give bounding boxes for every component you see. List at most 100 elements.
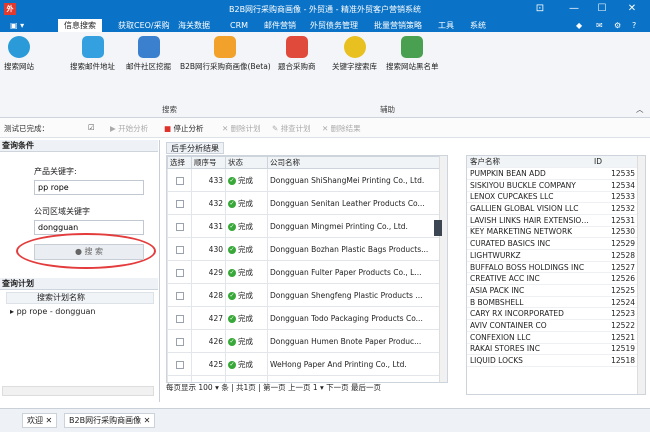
product-keyword-input[interactable]: [34, 180, 144, 195]
row-checkbox[interactable]: [167, 260, 192, 284]
checkbox-icon[interactable]: [175, 268, 184, 277]
checkbox-icon[interactable]: [175, 176, 184, 185]
minimize-button[interactable]: —: [562, 1, 586, 17]
table-row[interactable]: 431 ✓ 完成 Dongguan Mingmei Printing Co., Ltd…: [167, 214, 440, 238]
stop-analysis-button[interactable]: ■ 停止分析: [164, 123, 203, 134]
table-row[interactable]: 426 ✓ 完成 Dongguan Humen Bnote Paper Produc.…: [167, 329, 440, 353]
table-row[interactable]: 429 ✓ 完成 Dongguan Fulter Paper Products Co.…: [167, 260, 440, 284]
palette-icon[interactable]: ◆: [576, 19, 582, 32]
settings-icon[interactable]: ⚙: [614, 19, 621, 32]
left-scrollbar[interactable]: [2, 386, 154, 396]
table-row[interactable]: 427 ✓ 完成 Dongguan Todo Packaging Products C…: [167, 306, 440, 330]
table-row[interactable]: 433 ✓ 完成 Dongguan ShiShangMei Printing Co.,…: [167, 168, 440, 192]
table-row[interactable]: 425 ✓ 完成 WeHong Paper And Printing Co., Ltd…: [167, 352, 440, 376]
customer-row[interactable]: CONFEXION LLC 12521: [467, 331, 637, 344]
doc-tab-b2b[interactable]: B2B网行采购商画像 ✕: [64, 413, 156, 428]
table-row[interactable]: 432 ✓ 完成 Dongguan Senitan Leather Products …: [167, 191, 440, 215]
customer-scrollbar[interactable]: [637, 156, 645, 394]
customer-row[interactable]: B BOMBSHELL 12524: [467, 296, 637, 309]
maximize-button[interactable]: ☐: [590, 1, 614, 17]
skin-icon[interactable]: ⊡: [528, 1, 552, 17]
ribbon-search-email[interactable]: 搜索邮件地址: [70, 36, 115, 72]
row-checkbox[interactable]: [167, 168, 192, 192]
customer-row[interactable]: CREATIVE ACC INC 12526: [467, 272, 637, 286]
customer-row[interactable]: LAVISH LINKS HAIR EXTENSIONS 12531: [467, 214, 637, 227]
results-tab[interactable]: 后手分析结果: [166, 142, 224, 154]
checkbox-icon[interactable]: [175, 291, 184, 300]
tab-info-search[interactable]: 信息搜索: [58, 19, 102, 32]
customer-row[interactable]: AVIV CONTAINER CO 12522: [467, 319, 637, 332]
checkbox-icon[interactable]: [175, 337, 184, 346]
start-analysis-button[interactable]: ▶ 开始分析: [110, 123, 148, 134]
delete-results-button[interactable]: ✕ 删除结果: [322, 123, 361, 134]
customer-row[interactable]: KEY MARKETING NETWORK 12530: [467, 226, 637, 239]
customer-row[interactable]: CARY RX INCORPORATED 12523: [467, 307, 637, 321]
ribbon-search-web[interactable]: 搜索网站: [4, 36, 34, 72]
col-customer-id[interactable]: ID: [591, 156, 637, 169]
doc-tab-welcome[interactable]: 欢迎 ✕: [22, 413, 58, 428]
tab-customs[interactable]: 海关数据: [178, 19, 210, 32]
col-customer-name[interactable]: 客户名称: [467, 156, 591, 169]
customer-row[interactable]: CURATED BASICS INC 12529: [467, 237, 637, 250]
checkbox-icon[interactable]: [175, 360, 184, 369]
row-checkbox[interactable]: [167, 352, 192, 376]
help-icon[interactable]: ?: [632, 19, 636, 32]
table-row[interactable]: 428 ✓ 完成 Dongguan Shengfeng Plastic Product…: [167, 283, 440, 307]
customer-row[interactable]: GALLIEN GLOBAL VISION LLC 12532: [467, 202, 637, 215]
row-checkbox[interactable]: [167, 214, 192, 238]
customer-row[interactable]: PUMPKIN BEAN ADD 12535: [467, 167, 637, 180]
col-select[interactable]: 选择: [167, 156, 192, 169]
search-button[interactable]: ● 搜 索: [34, 244, 144, 260]
customer-name: LIQUID LOCKS: [467, 354, 591, 367]
expand-icon[interactable]: ▸: [10, 307, 14, 316]
customer-row[interactable]: RAKAI STORES INC 12519: [467, 343, 637, 356]
plan-item[interactable]: ▸ pp rope - dongguan: [6, 306, 154, 318]
row-status: ✓ 完成: [225, 306, 268, 330]
check-icon[interactable]: ☑: [88, 123, 95, 132]
checkbox-icon[interactable]: [175, 222, 184, 231]
tab-system[interactable]: 系统: [470, 19, 486, 32]
row-checkbox[interactable]: [167, 283, 192, 307]
customer-row[interactable]: SISKIYOU BUCKLE COMPANY 12534: [467, 179, 637, 192]
customer-row[interactable]: LENOX CUPCAKES LLC 12533: [467, 191, 637, 204]
col-seq[interactable]: 顺序号: [191, 156, 226, 169]
col-status[interactable]: 状态: [225, 156, 268, 169]
table-row[interactable]: 430 ✓ 完成 Dongguan Bozhan Plastic Bags Produ…: [167, 237, 440, 261]
row-checkbox[interactable]: [167, 191, 192, 215]
ribbon-b2b-buyer[interactable]: B2B网行采购商画像(Beta): [180, 36, 271, 72]
ribbon-keyword-lib[interactable]: 关键字搜索库: [332, 36, 377, 72]
customer-row[interactable]: LIGHTWURKZ 12528: [467, 249, 637, 262]
mail-icon[interactable]: ✉: [596, 19, 603, 32]
customer-row[interactable]: ASIA PACK INC 12525: [467, 284, 637, 297]
pager[interactable]: 每页显示 100 ▾ 条 | 共1页 | 第一页 上一页 1 ▾ 下一页 最后一…: [166, 382, 446, 394]
row-checkbox[interactable]: [167, 237, 192, 261]
close-button[interactable]: ✕: [620, 1, 644, 17]
check-plan-button[interactable]: ✎ 排查计划: [272, 123, 311, 134]
customer-id: 12530: [591, 226, 637, 239]
tab-crm[interactable]: CRM: [230, 19, 248, 32]
checkbox-icon[interactable]: [175, 314, 184, 323]
results-scrollbar[interactable]: [439, 156, 447, 382]
tab-debt[interactable]: 外贸债务管理: [310, 19, 358, 32]
checkbox-icon[interactable]: [175, 199, 184, 208]
ribbon-buyers[interactable]: 题合采购商: [278, 36, 316, 72]
customer-row[interactable]: LIQUID LOCKS 12518: [467, 354, 637, 367]
row-company: Dongguan Mingmei Printing Co., Ltd.: [267, 214, 440, 238]
progress-label: 测试已完成：: [4, 124, 49, 133]
customer-row[interactable]: BUFFALO BOSS HOLDINGS INC 12527: [467, 261, 637, 274]
tab-batch[interactable]: 批量营销策略: [374, 19, 422, 32]
collapse-ribbon-icon[interactable]: ︿: [636, 104, 644, 115]
col-company[interactable]: 公司名称: [267, 156, 440, 169]
ribbon-blacklist[interactable]: 搜索网站黑名单: [386, 36, 439, 72]
delete-plan-button[interactable]: ✕ 删除计划: [222, 123, 261, 134]
row-checkbox[interactable]: [167, 329, 192, 353]
splitter-handle[interactable]: [434, 220, 442, 236]
document-tab-bar: 欢迎 ✕ B2B网行采购商画像 ✕: [0, 408, 650, 432]
checkbox-icon[interactable]: [175, 245, 184, 254]
row-checkbox[interactable]: [167, 306, 192, 330]
tab-tools[interactable]: 工具: [438, 19, 454, 32]
tab-email[interactable]: 邮件营销: [264, 19, 296, 32]
ribbon-email-community[interactable]: 邮件社区挖掘: [126, 36, 171, 72]
menu-icon[interactable]: ▣ ▾: [10, 19, 24, 32]
tab-ceo[interactable]: 获取CEO/采购: [118, 19, 170, 32]
